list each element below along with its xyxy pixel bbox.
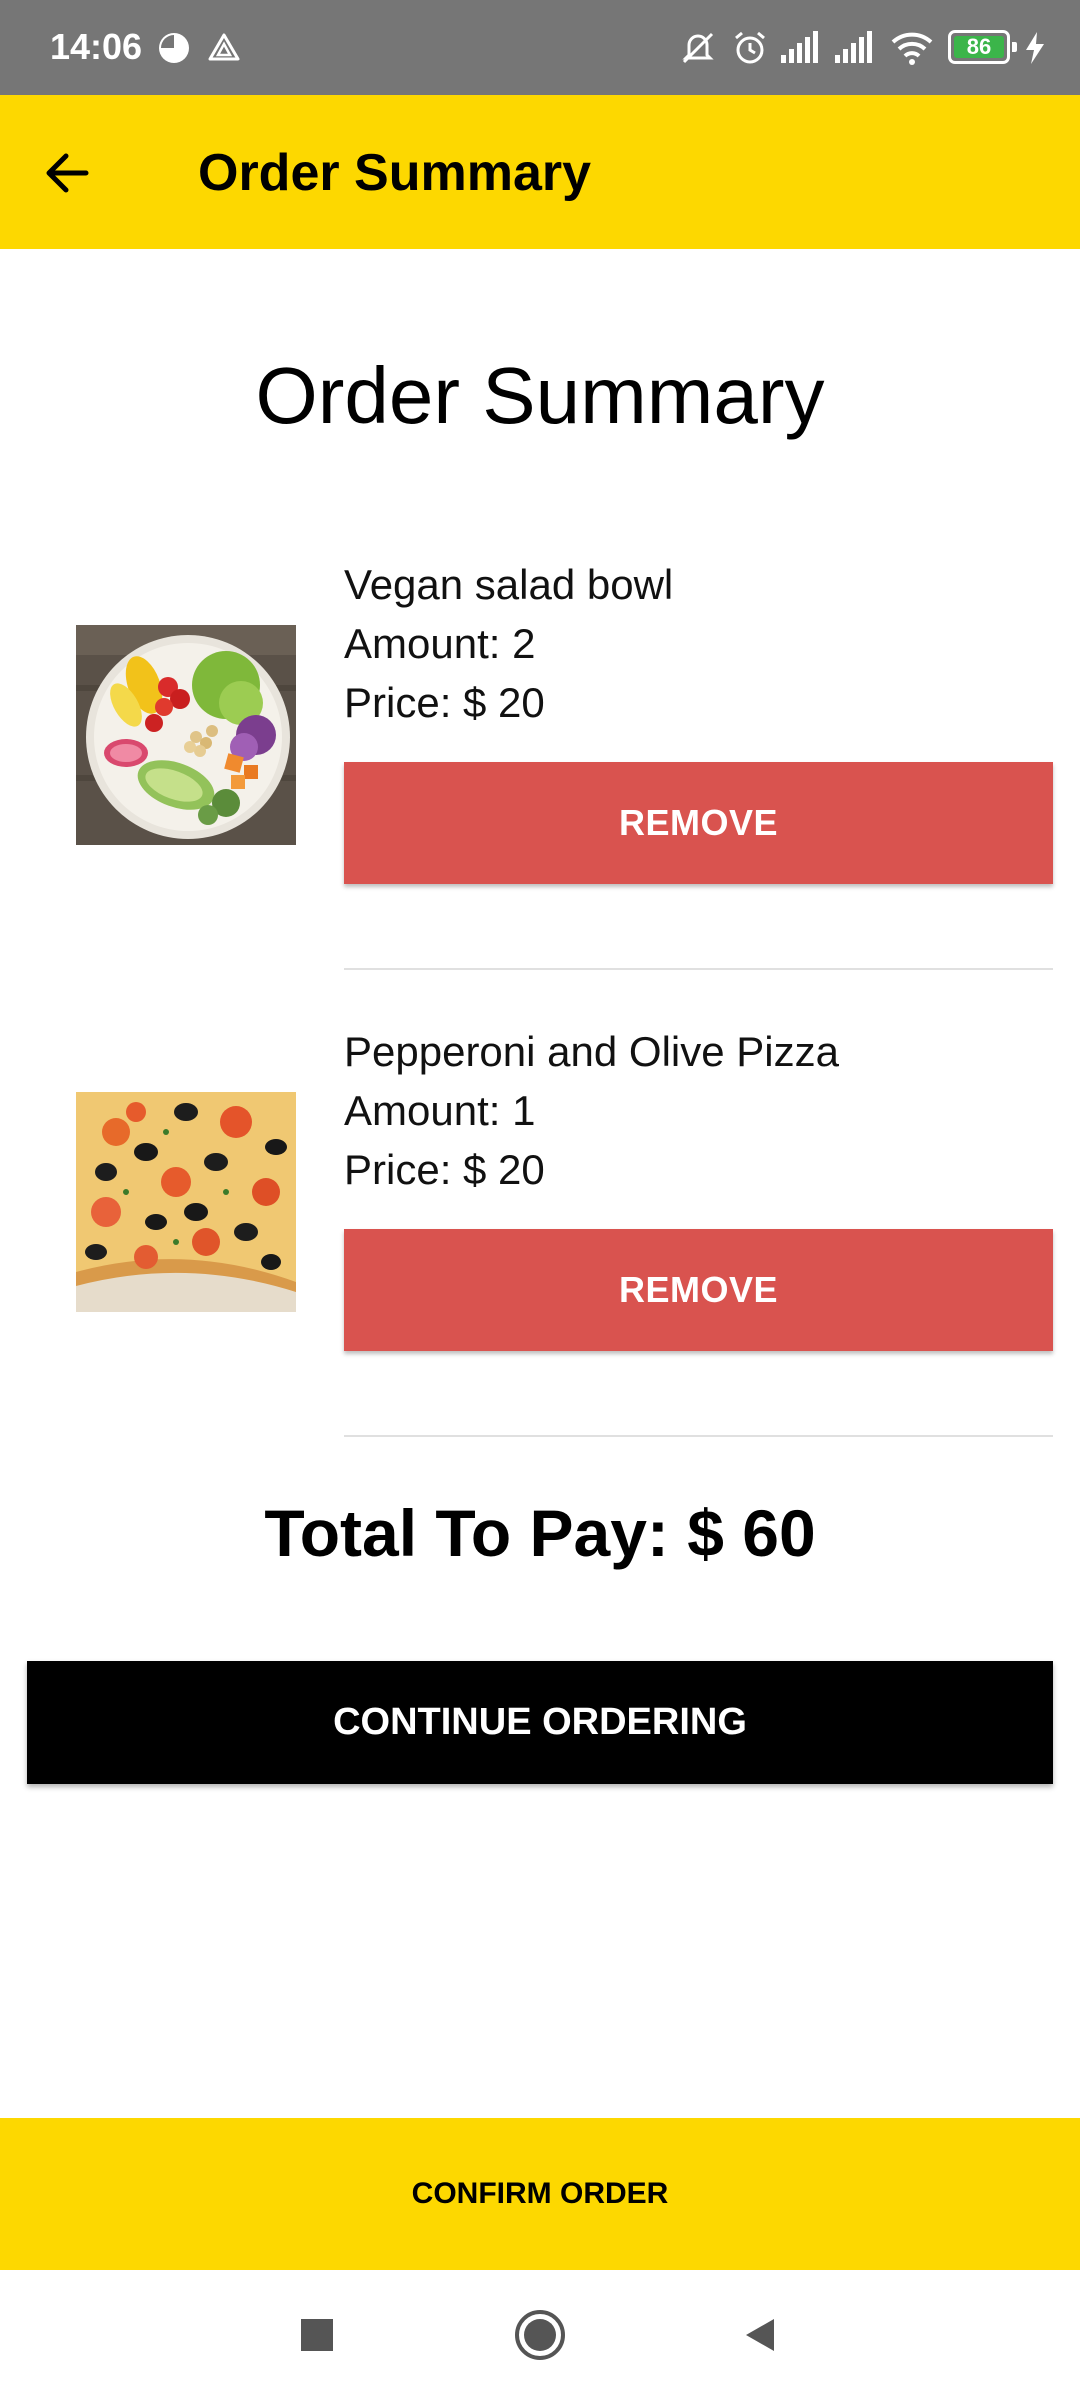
signal-icon — [778, 28, 822, 68]
battery-level: 86 — [966, 34, 992, 59]
square-recents-icon[interactable] — [282, 2300, 352, 2370]
app-bar-title: Order Summary — [198, 144, 592, 202]
system-nav-bar — [0, 2270, 1080, 2400]
item-amount: Amount: 1 — [344, 1087, 536, 1134]
item-name: Vegan salad bowl — [344, 561, 674, 608]
signal-icon — [832, 28, 876, 68]
triangle-back-icon[interactable] — [725, 2300, 795, 2370]
pie-chart-icon — [154, 28, 194, 68]
divider — [344, 1435, 1053, 1437]
status-bar: 14:06 86 — [0, 0, 1080, 95]
remove-button[interactable]: REMOVE — [344, 762, 1053, 884]
item-price: Price: $ 20 — [344, 679, 545, 726]
pizza-image — [76, 1092, 296, 1312]
circle-home-icon[interactable] — [505, 2300, 575, 2370]
confirm-order-button[interactable]: CONFIRM ORDER — [0, 2118, 1080, 2270]
item-price: Price: $ 20 — [344, 1146, 545, 1193]
wifi-icon — [888, 28, 936, 68]
salad-bowl-image — [76, 625, 296, 845]
bell-off-icon — [676, 28, 720, 68]
page-title: Order Summary — [255, 351, 825, 440]
charging-bolt-icon — [1020, 28, 1050, 68]
status-time: 14:06 — [50, 26, 143, 67]
order-item: Pepperoni and Olive Pizza Amount: 1 Pric… — [0, 1022, 1080, 1487]
alarm-icon — [728, 28, 772, 68]
continue-ordering-button[interactable]: CONTINUE ORDERING — [27, 1661, 1053, 1784]
item-name: Pepperoni and Olive Pizza — [344, 1028, 839, 1075]
remove-button[interactable]: REMOVE — [344, 1229, 1053, 1351]
app-bar: Order Summary — [0, 95, 1080, 249]
divider — [344, 968, 1053, 970]
total-to-pay: Total To Pay: $ 60 — [264, 1496, 816, 1570]
triangle-icon — [204, 28, 244, 68]
battery-icon: 86 — [948, 30, 1017, 64]
arrow-left-icon[interactable] — [40, 141, 104, 205]
item-amount: Amount: 2 — [344, 620, 536, 667]
order-item: Vegan salad bowl Amount: 2 Price: $ 20 R… — [0, 555, 1080, 1020]
